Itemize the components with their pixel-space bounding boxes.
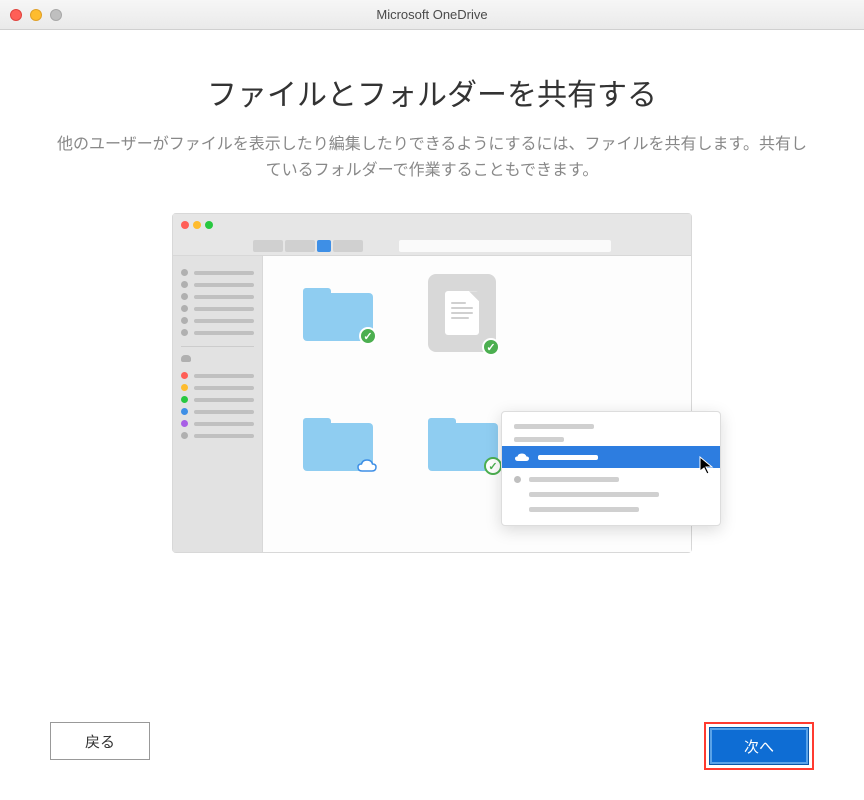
next-button[interactable]: 次へ [709, 727, 809, 765]
sync-complete-badge-icon: ✓ [359, 327, 377, 345]
illustration-search-field [399, 240, 611, 252]
sync-complete-badge-icon: ✓ [482, 338, 500, 356]
illustration-context-menu [501, 411, 721, 526]
back-button[interactable]: 戻る [50, 722, 150, 760]
traffic-lights [10, 9, 62, 21]
illustration-file-view: ✓ ✓ [263, 256, 691, 552]
onedrive-icon [514, 452, 530, 462]
illustration-finder-window: ✓ ✓ [172, 213, 692, 553]
cloud-icon [181, 355, 191, 362]
illustration-toolbar-segment [333, 240, 363, 252]
illustration-toolbar-segment [285, 240, 315, 252]
folder-icon [303, 416, 373, 471]
folder-icon: ✓ [303, 286, 373, 341]
page-subtitle: 他のユーザーがファイルを表示したり編集したりできるようにするには、ファイルを共有… [50, 132, 814, 183]
window-titlebar: Microsoft OneDrive [0, 0, 864, 30]
sync-available-badge-icon: ✓ [484, 457, 502, 475]
cursor-icon [699, 456, 715, 476]
illustration-zoom-icon [205, 221, 213, 229]
footer-buttons: 戻る 次へ [0, 722, 864, 770]
content-area: ファイルとフォルダーを共有する 他のユーザーがファイルを表示したり編集したりでき… [0, 30, 864, 553]
cloud-only-badge-icon [357, 459, 377, 473]
illustration-titlebar [173, 214, 691, 236]
illustration-menu-item-share [502, 446, 720, 468]
zoom-window-button [50, 9, 62, 21]
next-button-highlight: 次へ [704, 722, 814, 770]
illustration-minimize-icon [193, 221, 201, 229]
window-title: Microsoft OneDrive [0, 7, 864, 22]
folder-icon: ✓ [428, 416, 498, 471]
page-heading: ファイルとフォルダーを共有する [50, 70, 814, 114]
illustration-toolbar-segment-active [317, 240, 331, 252]
illustration-toolbar [173, 236, 691, 256]
document-icon: ✓ [428, 274, 496, 352]
close-window-button[interactable] [10, 9, 22, 21]
illustration-toolbar-segment [253, 240, 283, 252]
illustration-sidebar [173, 256, 263, 552]
illustration-close-icon [181, 221, 189, 229]
minimize-window-button[interactable] [30, 9, 42, 21]
